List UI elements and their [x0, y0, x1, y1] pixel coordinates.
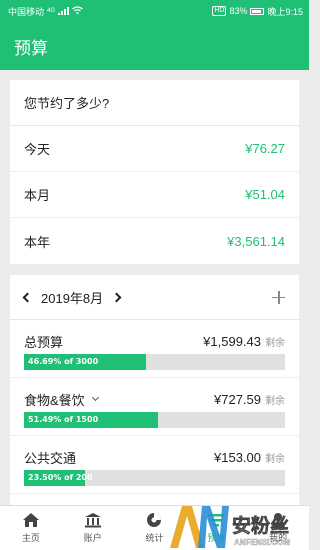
savings-label: 今天 [24, 142, 51, 157]
carrier-label: 中国移动 [8, 6, 45, 17]
savings-label: 本年 [24, 234, 51, 250]
battery-icon [250, 7, 265, 15]
page-title: 预算 [14, 38, 48, 58]
signal-icon [58, 7, 70, 15]
home-icon [22, 513, 39, 527]
nav-item-home[interactable]: 主页 [0, 506, 62, 550]
nav-label: 主页 [21, 533, 40, 543]
prev-month-icon[interactable] [22, 292, 33, 302]
month-label: 2019年8月 [41, 290, 104, 306]
budget-row-total[interactable]: 总预算 ¥1,599.43 剩余 46.69% of 3000 [10, 320, 299, 378]
budget-progress-bar: 46.69% of 3000 [24, 354, 285, 370]
watermark-subtext: ANFENSI.COM [234, 538, 290, 547]
budget-name: 食物&餐饮 [24, 392, 85, 408]
clock: 晚上9:15 [267, 6, 303, 17]
bank-icon [84, 513, 101, 528]
budget-amount: ¥1,599.43 [203, 333, 261, 349]
wifi-icon [72, 6, 83, 16]
savings-amount: ¥51.04 [245, 187, 285, 202]
nav-item-accounts[interactable]: 账户 [62, 506, 124, 550]
budget-header: 2019年8月 [10, 275, 299, 320]
budget-row-food[interactable]: 食物&餐饮 ¥727.59 剩余 51.49% of 1500 [10, 378, 299, 436]
savings-row-month[interactable]: 本月 ¥51.04 [10, 172, 299, 218]
budget-progress-bar: 51.49% of 1500 [24, 412, 285, 428]
nav-label: 账户 [83, 533, 102, 543]
budget-progress-text: 46.69% of 3000 [28, 357, 99, 366]
add-budget-icon[interactable] [272, 290, 285, 304]
budget-row-transit[interactable]: 公共交通 ¥153.00 剩余 23.50% of 200 [10, 436, 299, 494]
watermark-logo: 安粉丝 ANFENSI.COM [168, 502, 309, 550]
pie-chart-icon [147, 513, 162, 527]
savings-row-today[interactable]: 今天 ¥76.27 [10, 126, 299, 172]
remaining-label: 剩余 [265, 337, 285, 349]
savings-amount: ¥76.27 [245, 141, 285, 156]
status-bar: 中国移动 4G HD 83% 晚上9:15 [0, 0, 309, 22]
savings-amount: ¥3,561.14 [227, 233, 285, 249]
savings-title: 您节约了多少? [10, 80, 299, 126]
nav-label: 统计 [145, 533, 164, 543]
budget-amount: ¥727.59 [214, 391, 261, 407]
budget-amount: ¥153.00 [214, 449, 261, 465]
watermark-text: 安粉丝 [232, 514, 289, 537]
hd-icon: HD [212, 6, 227, 16]
budget-name: 总预算 [24, 334, 64, 350]
remaining-label: 剩余 [265, 453, 285, 465]
remaining-label: 剩余 [265, 395, 285, 407]
savings-card: 您节约了多少? 今天 ¥76.27 本月 ¥51.04 本年 ¥3,561.14 [10, 80, 299, 264]
budget-card: 2019年8月 总预算 ¥1,599.43 剩余 46.69% of 3000 … [10, 275, 299, 505]
budget-progress-text: 51.49% of 1500 [28, 415, 99, 424]
savings-label: 本月 [24, 188, 51, 203]
savings-row-year[interactable]: 本年 ¥3,561.14 [10, 218, 299, 264]
budget-progress-text: 23.50% of 200 [28, 473, 93, 482]
next-month-icon[interactable] [111, 292, 122, 302]
budget-name-wrap: 食物&餐饮 [24, 390, 99, 409]
chevron-down-icon[interactable] [91, 393, 99, 402]
budget-progress-bar: 23.50% of 200 [24, 470, 285, 486]
battery-percent: 83% [229, 6, 248, 16]
network-type: 4G [47, 8, 56, 14]
app-bar: 预算 [0, 22, 309, 70]
budget-name: 公共交通 [24, 450, 77, 466]
